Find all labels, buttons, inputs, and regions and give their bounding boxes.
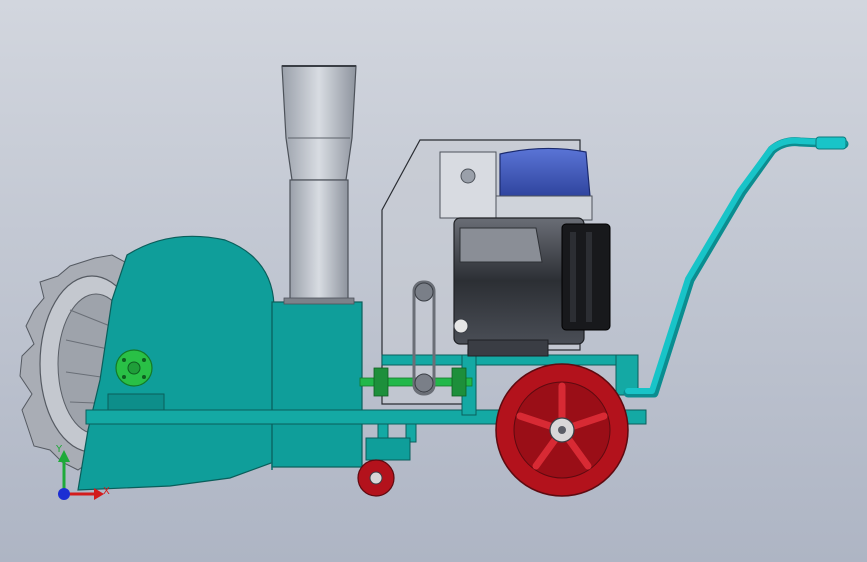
bracket-hole [460, 168, 476, 184]
shaft-coupling-2 [451, 367, 467, 397]
motor-pulley [414, 282, 434, 302]
motor-base [467, 339, 549, 357]
triad-x-label: X [103, 486, 110, 497]
engine[interactable] [439, 147, 611, 357]
hopper-foot [283, 297, 355, 305]
shaft-pulley [414, 373, 434, 393]
caster-fork [365, 437, 411, 461]
caster-hub [369, 471, 383, 485]
fuel-tank [499, 147, 591, 203]
motor-fan-ribs [570, 232, 576, 322]
shaft-coupling [373, 367, 389, 397]
triad-y-label: Y [56, 444, 63, 455]
engine-cowl [495, 195, 593, 221]
engine-bracket [439, 151, 497, 219]
motor-terminal [453, 318, 469, 334]
cad-viewport[interactable] [0, 0, 867, 562]
motor-fan-ribs-2 [586, 232, 592, 322]
housing-rear-box [271, 301, 363, 468]
wheel-axle [558, 426, 566, 434]
handle-grip [815, 136, 847, 150]
triad-z-axis [58, 488, 70, 500]
hopper-chute [289, 179, 349, 303]
feed-hopper[interactable] [281, 65, 357, 305]
motor-cover [459, 227, 543, 263]
main-wheel[interactable] [495, 363, 629, 497]
hopper-funnel [281, 65, 357, 181]
